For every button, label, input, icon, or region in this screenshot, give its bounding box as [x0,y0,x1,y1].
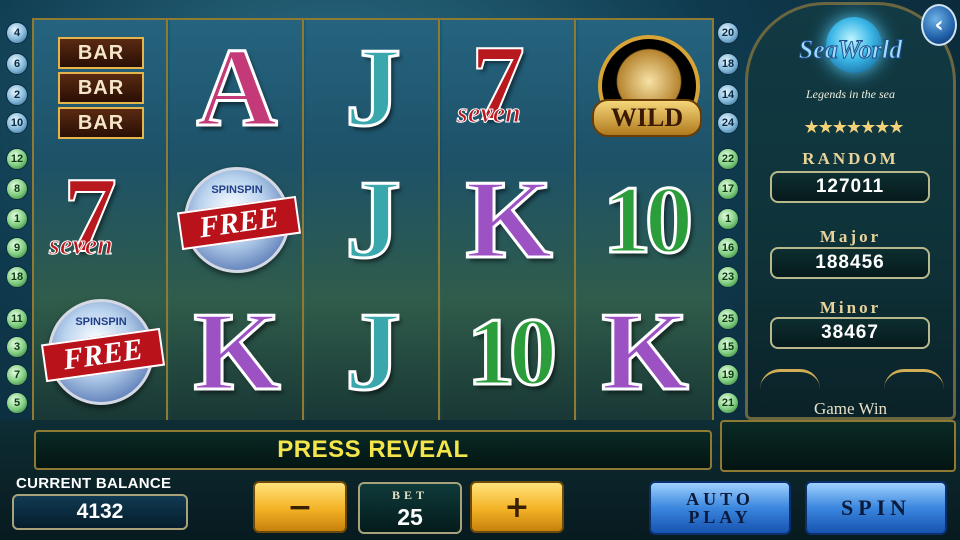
payline-marker[interactable]: 10 [6,112,28,134]
symbol-letter: K [600,290,690,414]
random-jackpot-value: 127011 [770,171,930,203]
stars-icon: ★★★★★★★ [803,117,905,137]
seven-word: seven [49,230,114,262]
payline-marker[interactable]: 18 [717,53,739,75]
symbol-j: J [306,154,440,286]
game-tagline: Legends in the sea [806,87,895,101]
reel-2: A SPINSPIN FREE K [170,20,304,420]
spin-button[interactable]: SPIN [805,481,947,535]
chevron-left-icon: ‹ [934,12,944,38]
payline-marker[interactable]: 14 [717,84,739,106]
payline-marker[interactable]: 23 [717,266,739,288]
payline-marker[interactable]: 9 [6,237,28,259]
free-top-label: SPINSPIN [211,184,263,196]
minor-jackpot-label: Minor [819,298,882,317]
symbol-free-spin: SPINSPIN FREE [34,286,168,418]
symbol-bar: BAR BAR BAR [34,22,168,154]
symbol-ten: 10 [578,154,712,286]
jackpot-panel: SeaWorld Legends in the sea ★★★★★★★ RAND… [745,2,956,420]
bar-label: BAR [58,37,144,69]
bet-value: 25 [397,504,423,530]
symbol-a: A [170,22,304,154]
wild-label: WILD [592,99,702,137]
symbol-j: J [306,22,440,154]
decrease-bet-button[interactable]: − [253,481,347,533]
symbol-j: J [306,286,440,418]
symbol-seven: 7 seven [442,22,576,154]
balance-label: CURRENT BALANCE [16,475,172,492]
symbol-letter: K [192,290,282,414]
symbol-letter: 10 [602,166,695,273]
game-win-display [720,420,956,472]
payline-marker[interactable]: 11 [6,308,28,330]
bet-label: BET [391,488,428,502]
increase-bet-button[interactable]: + [470,481,564,533]
payline-marker[interactable]: 17 [717,178,739,200]
symbol-ten: 10 [442,286,576,418]
auto-play-label-line2: PLAY [688,507,752,527]
reel-1: BAR BAR BAR 7 seven SPINSPIN FREE [34,20,168,420]
reel-window: BAR BAR BAR 7 seven SPINSPIN FREE A SPIN… [32,18,714,422]
symbol-letter: A [195,26,279,150]
bar-label: BAR [58,72,144,104]
payline-marker[interactable]: 15 [717,336,739,358]
game-win-label: Game Win [813,399,888,418]
minor-jackpot-value: 38467 [770,317,930,349]
payline-marker[interactable]: 1 [6,208,28,230]
auto-play-button[interactable]: AUTO PLAY [649,481,791,535]
payline-marker[interactable]: 20 [717,22,739,44]
free-label: FREE [40,327,166,383]
payline-marker[interactable]: 22 [717,148,739,170]
payline-marker[interactable]: 8 [6,178,28,200]
payline-marker[interactable]: 19 [717,364,739,386]
ornament-scroll [760,369,820,392]
payline-marker[interactable]: 16 [717,237,739,259]
symbol-letter: 10 [466,298,559,405]
reel-4: 7 seven K 10 [442,20,576,420]
payline-marker[interactable]: 5 [6,392,28,414]
major-jackpot-label: Major [819,227,882,246]
symbol-letter: J [344,158,403,282]
auto-play-label-line1: AUTO [686,489,754,509]
minus-icon: − [287,489,313,525]
payline-marker[interactable]: 3 [6,336,28,358]
symbol-wild: WILD [578,22,712,154]
payline-marker[interactable]: 2 [6,84,28,106]
symbol-letter: J [344,290,403,414]
random-jackpot-label: RANDOM [802,149,899,168]
payline-marker[interactable]: 25 [717,308,739,330]
payline-marker[interactable]: 7 [6,364,28,386]
symbol-letter: K [464,158,554,282]
game-logo: SeaWorld [798,35,903,65]
symbol-letter: J [344,26,403,150]
payline-marker[interactable]: 21 [717,392,739,414]
spin-label: SPIN [840,495,912,520]
payline-marker[interactable]: 6 [6,53,28,75]
free-top-label: SPINSPIN [75,316,127,328]
free-label: FREE [176,195,302,251]
payline-marker[interactable]: 1 [717,208,739,230]
payline-marker[interactable]: 18 [6,266,28,288]
bar-label: BAR [58,107,144,139]
payline-marker[interactable]: 12 [6,148,28,170]
symbol-free-spin: SPINSPIN FREE [170,154,304,286]
symbol-k: K [170,286,304,418]
seven-word: seven [457,98,522,130]
message-bar: PRESS REVEAL [34,430,712,470]
balance-value: 4132 [12,494,188,530]
reel-3: J J J [306,20,440,420]
symbol-k: K [578,286,712,418]
bet-display: BET 25 [358,482,462,534]
plus-icon: + [504,489,530,525]
symbol-k: K [442,154,576,286]
reel-5: WILD 10 K [578,20,712,420]
major-jackpot-value: 188456 [770,247,930,279]
ornament-scroll [884,369,944,392]
payline-marker[interactable]: 4 [6,22,28,44]
payline-marker[interactable]: 24 [717,112,739,134]
symbol-seven: 7 seven [34,154,168,286]
back-button[interactable]: ‹ [921,4,957,46]
